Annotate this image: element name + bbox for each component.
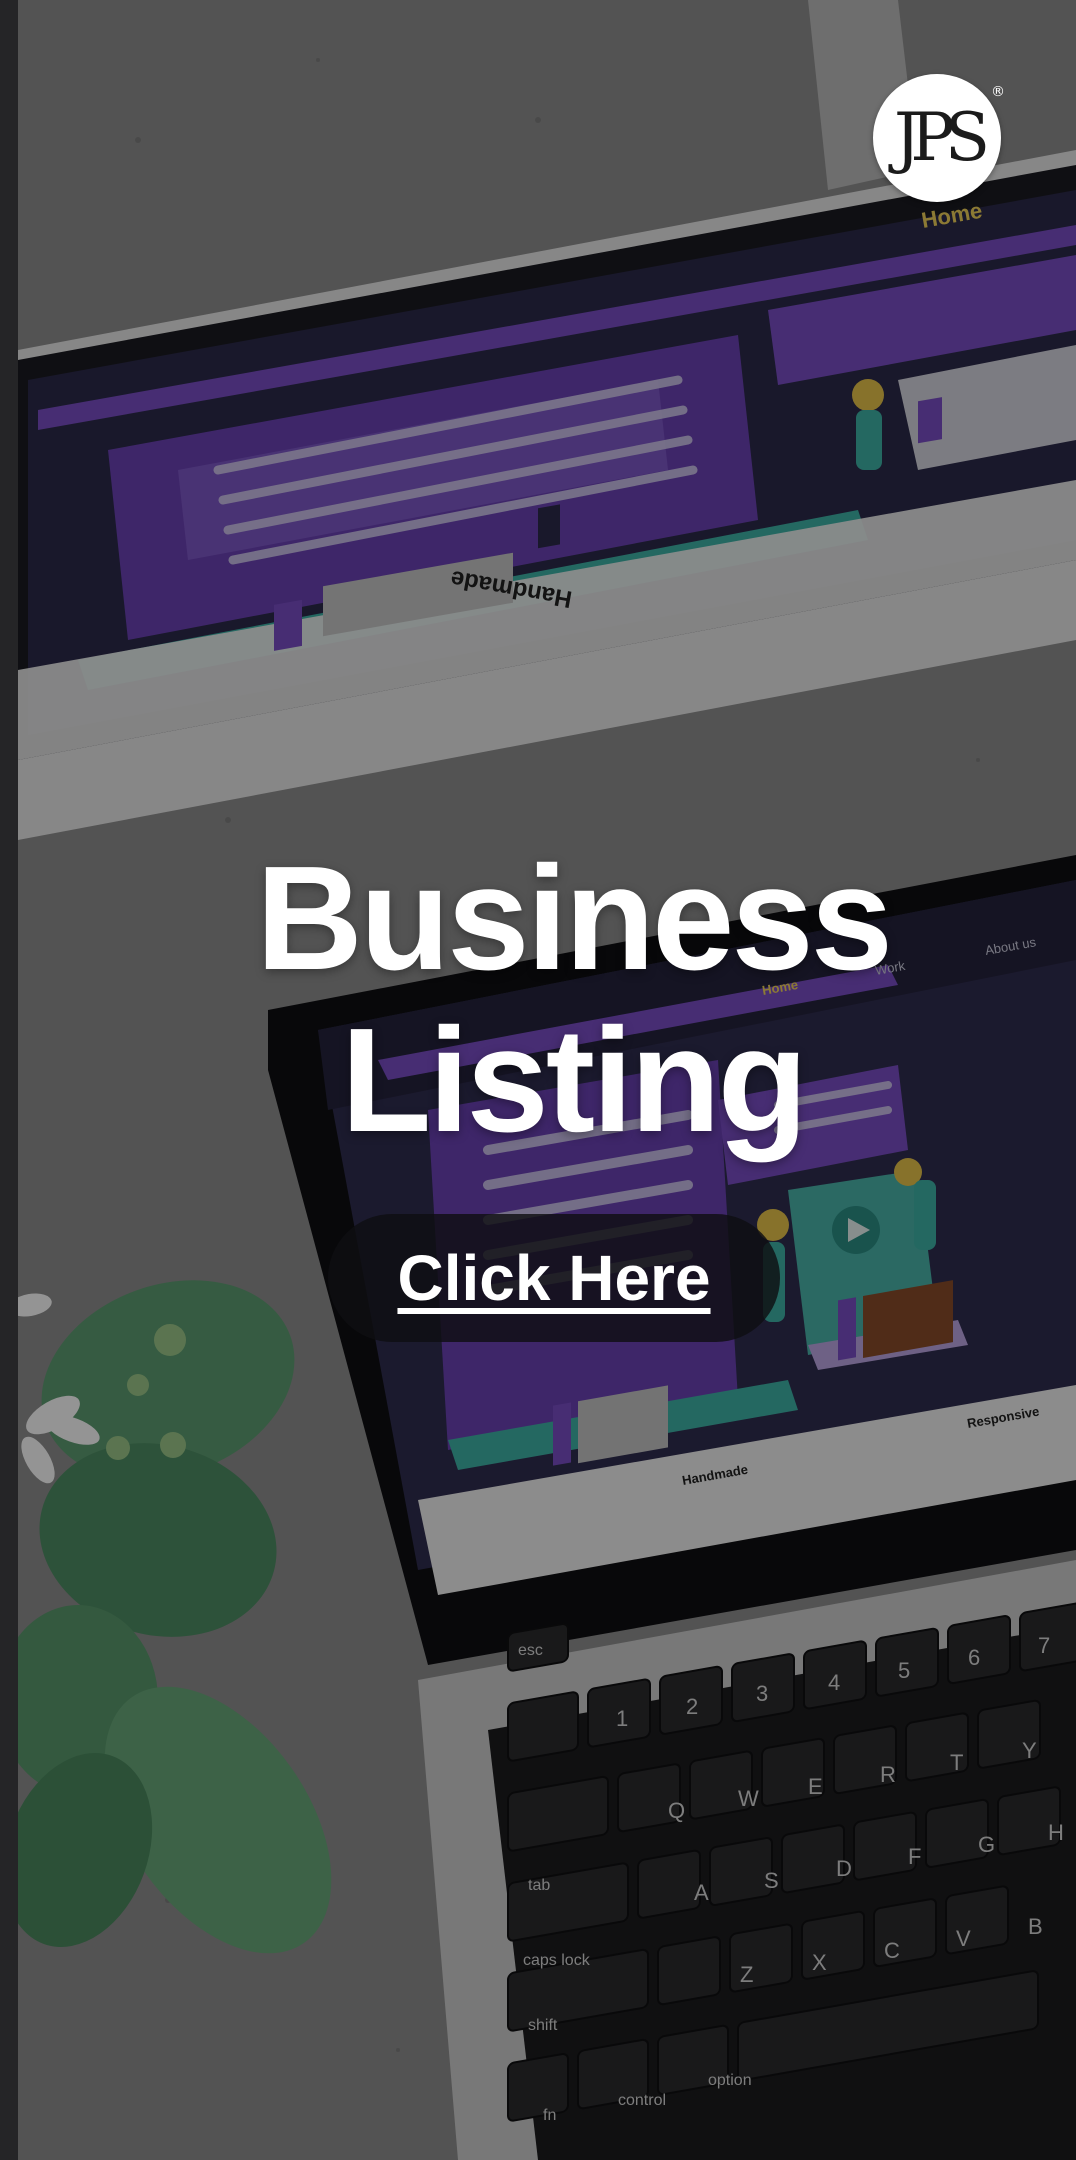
hero-banner: Home Handmade Home Work About us Handmad… <box>18 0 1076 2160</box>
click-here-label[interactable]: Click Here <box>397 1214 710 1342</box>
logo-mark: JPS <box>893 99 990 176</box>
left-edge-strip <box>0 0 18 2160</box>
hero-title: Business Listing <box>18 838 1076 1162</box>
hero-title-line-1: Business <box>255 836 893 1001</box>
hero-title-line-2: Listing <box>340 998 808 1163</box>
registered-mark: ® <box>991 84 1005 100</box>
click-here-button[interactable]: Click Here <box>328 1214 780 1342</box>
page: Home Handmade Home Work About us Handmad… <box>0 0 1076 2160</box>
brand-logo[interactable]: JPS ® <box>873 74 1005 202</box>
